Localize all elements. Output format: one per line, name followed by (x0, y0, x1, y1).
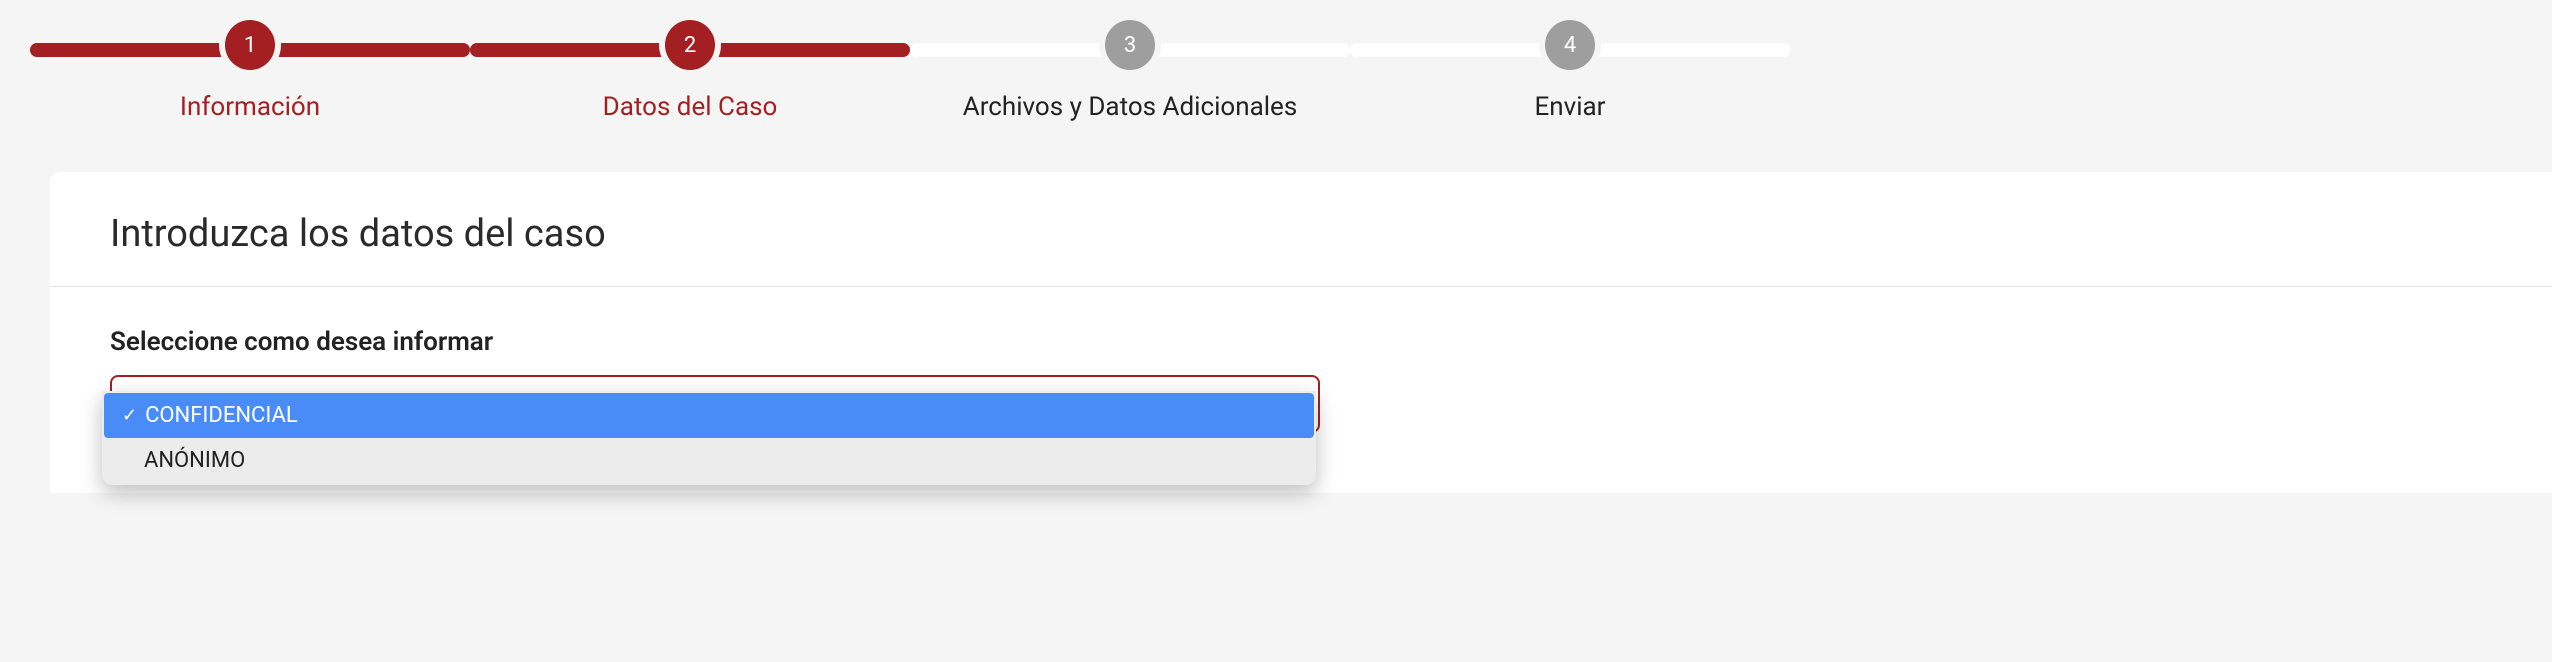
step-label-3: Archivos y Datos Adicionales (963, 92, 1298, 122)
option-label-0: CONFIDENCIAL (145, 403, 298, 428)
option-confidencial[interactable]: ✓ CONFIDENCIAL (104, 393, 1314, 438)
select-label: Seleccione como desea informar (110, 327, 2492, 357)
step-circle-1: 1 (225, 20, 275, 70)
step-number-4: 4 (1564, 33, 1576, 58)
step-number-3: 3 (1124, 33, 1136, 58)
card-header: Introduzca los datos del caso (50, 172, 2552, 287)
step-2[interactable]: 2 Datos del Caso (470, 20, 910, 122)
step-circle-2: 2 (665, 20, 715, 70)
step-label-2: Datos del Caso (603, 92, 778, 122)
stepper: 1 Información 2 Datos del Caso 3 Archivo… (0, 0, 2552, 152)
select-container: ✓ CONFIDENCIAL ANÓNIMO (110, 375, 1320, 433)
step-3[interactable]: 3 Archivos y Datos Adicionales (910, 20, 1350, 122)
option-label-1: ANÓNIMO (144, 448, 245, 473)
dropdown-menu: ✓ CONFIDENCIAL ANÓNIMO (102, 391, 1316, 485)
check-icon: ✓ (122, 405, 137, 426)
step-1[interactable]: 1 Información (30, 20, 470, 122)
step-circle-4: 4 (1545, 20, 1595, 70)
step-label-1: Información (180, 92, 320, 122)
step-4[interactable]: 4 Enviar (1350, 20, 1790, 122)
page-title: Introduzca los datos del caso (110, 212, 2492, 256)
form-card: Introduzca los datos del caso Seleccione… (50, 172, 2552, 493)
step-circle-3: 3 (1105, 20, 1155, 70)
form-section: Seleccione como desea informar ✓ CONFIDE… (50, 287, 2552, 433)
step-number-2: 2 (684, 33, 696, 58)
step-label-4: Enviar (1534, 92, 1605, 122)
step-number-1: 1 (244, 33, 256, 58)
option-anonimo[interactable]: ANÓNIMO (104, 438, 1314, 483)
